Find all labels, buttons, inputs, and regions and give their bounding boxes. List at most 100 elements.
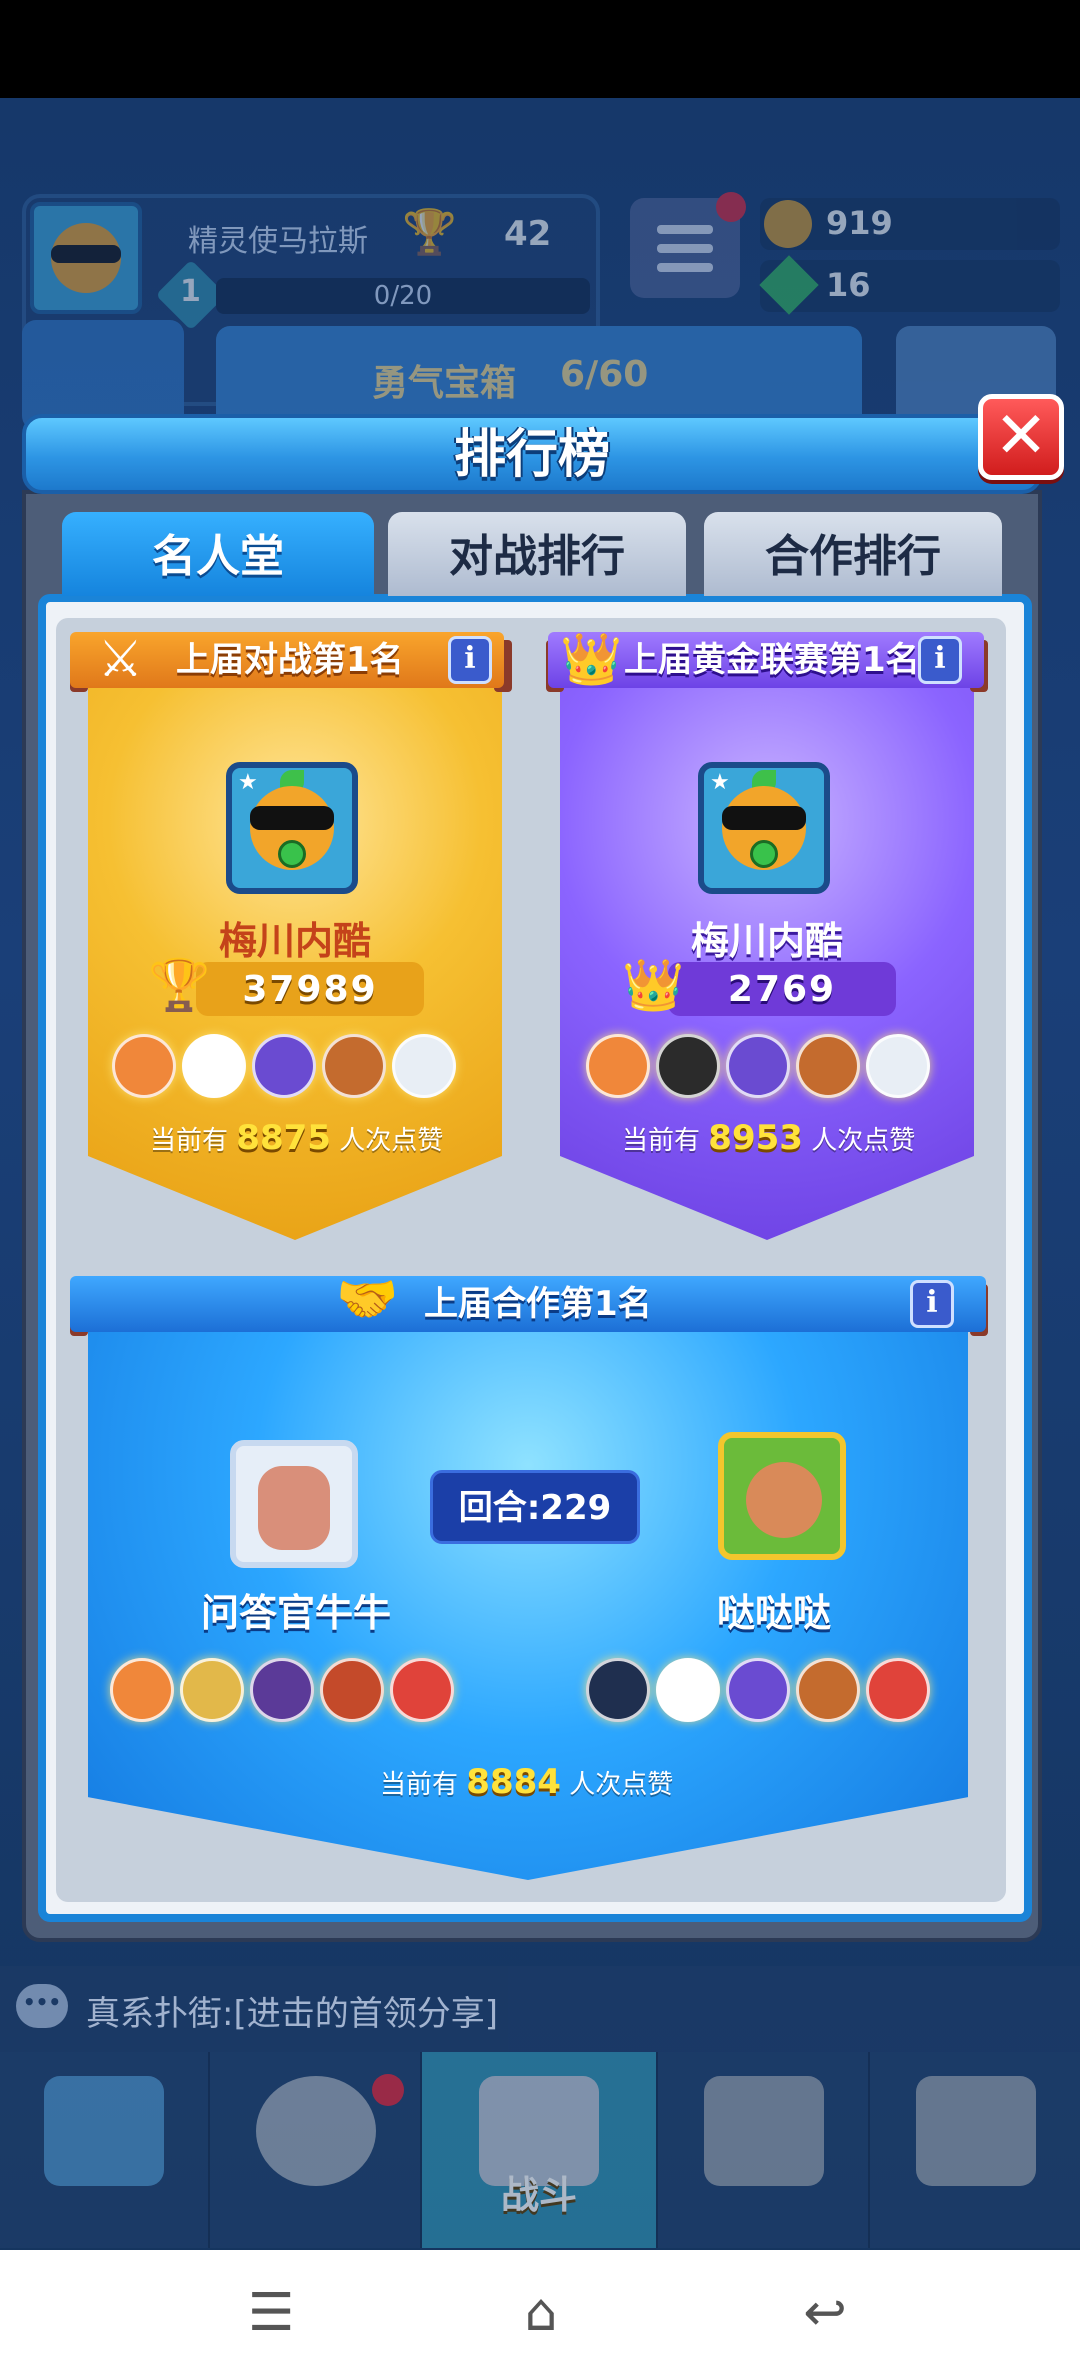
nav-chest[interactable] xyxy=(0,2052,210,2248)
gem-value: 16 xyxy=(826,266,871,304)
coop-info-button[interactable]: i xyxy=(910,1280,954,1328)
nav-battle[interactable]: 战斗 xyxy=(422,2052,658,2248)
battle-champion-avatar[interactable]: ★ xyxy=(226,762,358,894)
courage-chest-count: 6/60 xyxy=(560,354,649,395)
likes-suffix: 人次点赞 xyxy=(339,1126,444,1156)
hero-icon[interactable] xyxy=(322,1034,386,1098)
handshake-icon: 🤝 xyxy=(336,1270,399,1328)
coop-player1-avatar[interactable] xyxy=(230,1440,358,1568)
battle-likes: 当前有 8875 人次点赞 xyxy=(150,1118,443,1158)
coin-value: 919 xyxy=(826,204,893,242)
crossed-swords-icon: ⚔ xyxy=(98,630,143,688)
coin-icon xyxy=(764,200,812,248)
nav-garden[interactable] xyxy=(872,2052,1080,2248)
likes-count: 8884 xyxy=(466,1762,561,1802)
notification-dot xyxy=(372,2074,404,2106)
league-info-button[interactable]: i xyxy=(918,636,962,684)
coop-player1-name: 问答官牛牛 xyxy=(200,1591,391,1635)
notification-dot xyxy=(716,192,746,222)
status-bar xyxy=(0,0,1080,98)
coin-counter[interactable]: 919 xyxy=(760,198,1060,250)
coop-champion-title: 上届合作第1名 xyxy=(424,1284,652,1324)
player-name: 精灵使马拉斯 xyxy=(188,224,368,259)
nav-battle-label: 战斗 xyxy=(500,2173,577,2217)
round-count: 回合:229 xyxy=(430,1470,640,1544)
coop-likes: 当前有 8884 人次点赞 xyxy=(380,1762,673,1802)
hero-icon[interactable] xyxy=(180,1658,244,1722)
hero-icon[interactable] xyxy=(182,1034,246,1098)
crown-emblem-icon xyxy=(704,2076,824,2186)
likes-suffix: 人次点赞 xyxy=(569,1770,674,1800)
trophy-icon: 🏆 xyxy=(402,207,457,258)
hero-icon[interactable] xyxy=(390,1658,454,1722)
bottom-navigation: 战斗 xyxy=(0,2052,1080,2248)
home-icon[interactable]: ⌂ xyxy=(496,2278,586,2348)
chat-bar[interactable]: ••• 真系扑街:[进击的首领分享] xyxy=(0,1966,1080,2052)
battle-score: 37989 xyxy=(196,962,424,1016)
tab-hall-of-fame[interactable]: 名人堂 xyxy=(62,512,374,596)
courage-chest-label: 勇气宝箱 xyxy=(372,363,517,404)
likes-prefix: 当前有 xyxy=(622,1126,701,1156)
hero-icon[interactable] xyxy=(656,1034,720,1098)
top-hud: 精灵使马拉斯 🏆 42 1 0/20 919 16 勇气宝箱 6/60 xyxy=(0,98,1080,446)
league-hero-row xyxy=(586,1034,930,1098)
coop-player2-hero-row xyxy=(586,1658,930,1722)
nav-league[interactable] xyxy=(660,2052,870,2248)
hero-icon[interactable] xyxy=(586,1658,650,1722)
hero-icon[interactable] xyxy=(250,1658,314,1722)
league-score: 2769 xyxy=(668,962,896,1016)
back-icon[interactable]: ↩ xyxy=(780,2278,870,2348)
hero-icon[interactable] xyxy=(252,1034,316,1098)
avatar-face-icon xyxy=(51,223,121,293)
pig-character-icon xyxy=(258,1466,330,1550)
coop-player2-name: 哒哒哒 xyxy=(716,1591,831,1635)
hero-icon[interactable] xyxy=(796,1658,860,1722)
sunglasses-icon xyxy=(722,806,806,830)
battle-champion-title: 上届对战第1名 xyxy=(176,640,404,680)
recent-apps-icon[interactable]: ☰ xyxy=(226,2278,316,2348)
modal-header: 排行榜 xyxy=(22,414,1042,494)
battle-info-button[interactable]: i xyxy=(448,636,492,684)
coop-player1-hero-row xyxy=(110,1658,454,1722)
hero-icon[interactable] xyxy=(796,1034,860,1098)
close-button[interactable]: ✕ xyxy=(978,394,1064,480)
tab-coop-ranking[interactable]: 合作排行 xyxy=(704,512,1002,596)
nav-heroes[interactable] xyxy=(212,2052,422,2248)
league-likes: 当前有 8953 人次点赞 xyxy=(622,1118,915,1158)
league-champion-title: 上届黄金联赛第1名 xyxy=(624,640,920,680)
trophy-count: 42 xyxy=(504,214,552,254)
chat-message: 真系扑街:[进击的首领分享] xyxy=(86,1994,498,2034)
league-champion-avatar[interactable]: ★ xyxy=(698,762,830,894)
coop-player2-avatar[interactable] xyxy=(718,1432,846,1560)
chat-bubble-icon: ••• xyxy=(16,1984,68,2028)
hero-icon[interactable] xyxy=(726,1034,790,1098)
gem-counter[interactable]: 16 xyxy=(759,255,1060,315)
trophy-icon: 🏆 xyxy=(148,956,211,1014)
sunglasses-icon xyxy=(250,806,334,830)
likes-prefix: 当前有 xyxy=(380,1770,459,1800)
menu-button[interactable] xyxy=(630,192,746,298)
hero-icon[interactable] xyxy=(586,1034,650,1098)
player-avatar[interactable] xyxy=(30,202,142,314)
star-icon: ★ xyxy=(710,770,730,795)
likes-count: 8953 xyxy=(708,1118,803,1158)
hero-icon[interactable] xyxy=(320,1658,384,1722)
hero-icon[interactable] xyxy=(656,1658,720,1722)
crown-shield-icon: 👑 xyxy=(560,630,623,688)
hero-icon[interactable] xyxy=(866,1658,930,1722)
level-number: 1 xyxy=(180,274,201,309)
hero-icon[interactable] xyxy=(112,1034,176,1098)
gem-icon xyxy=(759,255,819,315)
xp-bar: 0/20 xyxy=(216,278,590,314)
hero-icon[interactable] xyxy=(392,1034,456,1098)
likes-prefix: 当前有 xyxy=(150,1126,229,1156)
system-navigation-bar: ☰ ⌂ ↩ xyxy=(0,2250,1080,2376)
hero-icon[interactable] xyxy=(866,1034,930,1098)
star-icon: ★ xyxy=(238,770,258,795)
face-character-icon xyxy=(746,1462,822,1538)
crown-icon: 👑 xyxy=(622,956,685,1014)
hero-icon[interactable] xyxy=(726,1658,790,1722)
tab-battle-ranking[interactable]: 对战排行 xyxy=(388,512,686,596)
battle-hero-row xyxy=(112,1034,456,1098)
hero-icon[interactable] xyxy=(110,1658,174,1722)
